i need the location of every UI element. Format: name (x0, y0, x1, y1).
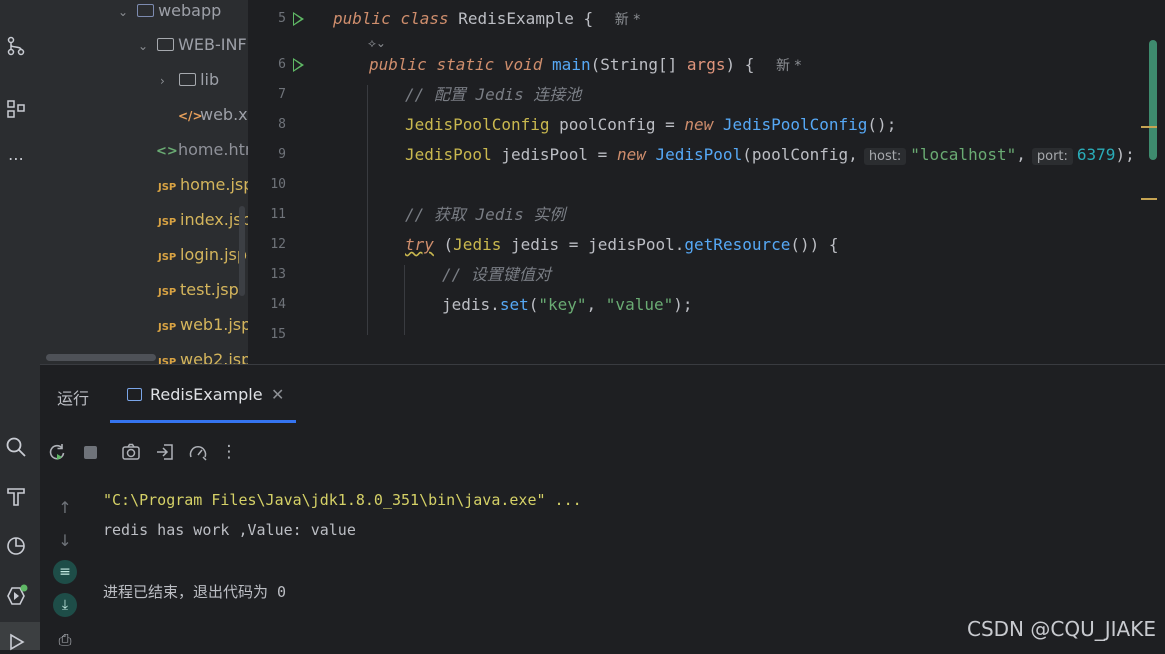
tree-vertical-scrollbar[interactable] (239, 206, 245, 296)
code-editor[interactable]: public class RedisExample { 新 * ⟡⌄ publi… (330, 0, 1165, 335)
chevron-right-icon[interactable]: › (160, 70, 174, 92)
line-number: 8 (278, 117, 286, 132)
console-command-line: "C:\Program Files\Java\jdk1.8.0_351\bin\… (103, 491, 582, 509)
code-line-5: public class RedisExample { 新 * (333, 9, 641, 28)
run-toolbar: ⋮ (40, 440, 340, 470)
line-number: 6 (278, 57, 286, 72)
more-icon[interactable]: ⋯ (4, 146, 28, 170)
warning-marker[interactable] (1141, 126, 1157, 128)
folder-icon (157, 38, 175, 51)
tree-item-login-jsp[interactable]: JSP login.jsp (158, 244, 247, 266)
line-number: 5 (278, 11, 286, 26)
line-number: 10 (270, 177, 286, 192)
tree-item-web-inf[interactable]: ⌄ WEB-INF (138, 34, 247, 56)
run-class-gutter-icon[interactable] (293, 12, 304, 26)
more-options-icon[interactable]: ⋮ (217, 440, 241, 464)
tree-horizontal-scrollbar[interactable] (46, 354, 156, 361)
jsp-file-icon: JSP (158, 252, 177, 263)
line-number: 7 (278, 87, 286, 102)
line-number: 12 (270, 237, 286, 252)
console-exit-line: 进程已结束，退出代码为 0 (103, 583, 287, 601)
author-inlay: 新 * (614, 12, 641, 28)
folder-icon (137, 4, 155, 17)
watermark: CSDN @CQU_JIAKE (967, 617, 1156, 641)
line-number: 15 (270, 327, 286, 342)
soft-wrap-icon[interactable]: ≡ (53, 560, 77, 584)
line-number: 9 (278, 147, 286, 162)
project-tree: ⌄ webapp ⌄ WEB-INF › lib </>web.x <>home… (40, 0, 248, 365)
application-icon (127, 388, 142, 401)
run-tabs: 运行 RedisExample ✕ (40, 365, 1165, 423)
code-line-7: // 配置 Jedis 连接池 (405, 85, 582, 104)
jsp-file-icon: JSP (158, 182, 177, 193)
camera-icon[interactable] (119, 440, 143, 464)
code-line-6: public static void main(String[] args) {… (369, 55, 802, 74)
console-side-tools: ↑ ↓ ≡ ⤓ ⎙ (40, 495, 90, 650)
profiler-icon[interactable] (4, 534, 28, 558)
stop-icon (83, 445, 97, 459)
restore-layout-icon[interactable] (153, 440, 177, 464)
activity-bar: ⋯ (0, 0, 41, 651)
code-line-11: // 获取 Jedis 实例 (405, 205, 566, 224)
tree-item-lib[interactable]: › lib (160, 69, 219, 91)
html-file-icon: <> (156, 144, 178, 159)
chevron-down-icon[interactable]: ⌄ (118, 1, 132, 23)
services-icon[interactable] (4, 584, 28, 608)
run-panel: 运行 RedisExample ✕ ⋮ ↑ ↓ ≡ ⤓ ⎙ "C:\Progra… (40, 365, 1165, 650)
line-number: 11 (270, 207, 286, 222)
code-line-9: JedisPool jedisPool = new JedisPool(pool… (405, 145, 1135, 165)
line-number: 14 (270, 297, 286, 312)
tree-item-webapp[interactable]: ⌄ webapp (118, 0, 221, 22)
profiler-gauge-icon[interactable] (186, 440, 210, 464)
code-line-13: // 设置键值对 (442, 265, 551, 284)
jsp-file-icon: JSP (158, 217, 177, 228)
run-main-gutter-icon[interactable] (293, 58, 304, 72)
active-tab-indicator (110, 420, 296, 423)
param-hint-host: host: (863, 148, 907, 165)
code-vision-icon[interactable]: ⟡⌄ (368, 32, 386, 54)
folder-icon (179, 73, 197, 86)
tab-redis-example[interactable]: RedisExample ✕ (110, 365, 296, 423)
scroll-up-icon[interactable]: ↑ (53, 495, 77, 519)
tree-item-home-jsp[interactable]: JSP home.jsp (158, 174, 248, 196)
close-icon[interactable]: ✕ (271, 385, 284, 404)
editor-gutter: 5 6 7 8 9 10 11 12 13 14 15 (248, 0, 330, 342)
line-number: 13 (270, 267, 286, 282)
tree-item-index-jsp[interactable]: JSP index.jsp (158, 209, 248, 231)
jsp-file-icon: JSP (158, 322, 177, 333)
chevron-down-icon[interactable]: ⌄ (138, 35, 152, 57)
scroll-to-end-icon[interactable]: ⤓ (53, 593, 77, 617)
indent-guide (367, 85, 368, 335)
tree-item-web-xml[interactable]: </>web.x (178, 104, 248, 126)
stop-button[interactable] (78, 440, 102, 464)
scroll-down-icon[interactable]: ↓ (53, 528, 77, 552)
code-line-14: jedis.set("key", "value"); (442, 295, 693, 314)
structure-icon[interactable] (4, 97, 28, 121)
jsp-file-icon: JSP (158, 287, 177, 298)
rerun-icon[interactable] (45, 440, 69, 464)
indent-guide (404, 265, 405, 335)
tree-item-web2-jsp[interactable]: JSP web2.jsp (158, 349, 248, 365)
search-icon[interactable] (4, 435, 28, 459)
code-line-8: JedisPoolConfig poolConfig = new JedisPo… (405, 115, 897, 134)
author-inlay: 新 * (775, 58, 802, 74)
editor-scrollbar[interactable] (1149, 40, 1157, 160)
print-icon[interactable]: ⎙ (53, 628, 77, 652)
xml-file-icon: </> (178, 109, 203, 123)
git-branch-icon[interactable] (4, 34, 28, 58)
tab-label: RedisExample (150, 385, 263, 404)
tree-item-home-html[interactable]: <>home.htm (156, 139, 248, 161)
tree-item-test-jsp[interactable]: JSP test.jsp (158, 279, 239, 301)
code-line-12: try (Jedis jedis = jedisPool.getResource… (405, 235, 839, 254)
param-hint-port: port: (1031, 148, 1073, 165)
warning-marker[interactable] (1141, 198, 1157, 200)
run-icon[interactable] (4, 630, 28, 654)
console-output-line: redis has work ,Value: value (103, 521, 356, 539)
build-hammer-icon[interactable] (4, 484, 28, 508)
tab-run-title: 运行 (57, 389, 90, 408)
tree-item-web1-jsp[interactable]: JSP web1.jsp (158, 314, 248, 336)
